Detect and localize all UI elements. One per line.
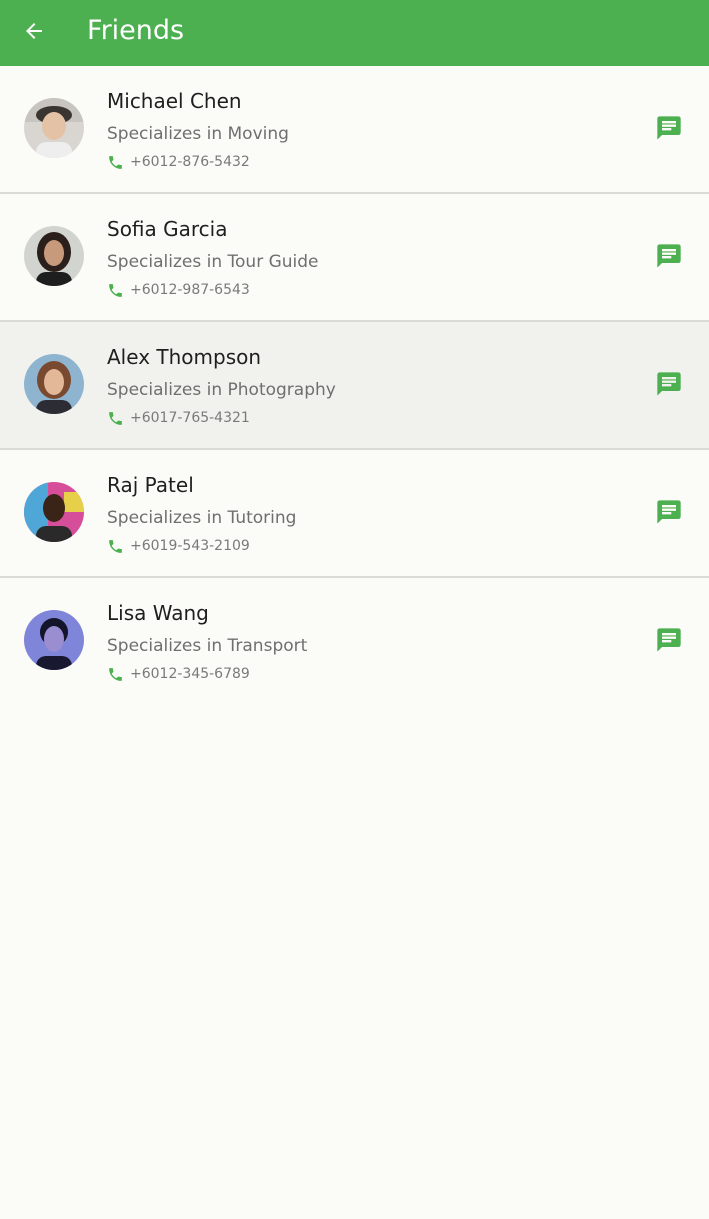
phone-line: +6012-876-5432 [107,152,250,172]
friend-list-item[interactable]: Sofia Garcia Specializes in Tour Guide +… [0,194,709,322]
chat-message-icon [655,626,683,659]
friend-list-item[interactable]: Alex Thompson Specializes in Photography… [0,322,709,450]
chat-button[interactable] [649,110,689,150]
phone-line: +6017-765-4321 [107,408,250,428]
avatar [24,226,84,286]
friend-name: Michael Chen [107,89,242,113]
friend-phone: +6012-987-6543 [130,282,250,298]
friend-list-item[interactable]: Lisa Wang Specializes in Transport +6012… [0,578,709,704]
friend-list-item[interactable]: Raj Patel Specializes in Tutoring +6019-… [0,450,709,578]
friend-list-item[interactable]: Michael Chen Specializes in Moving +6012… [0,66,709,194]
avatar [24,610,84,670]
friend-phone: +6012-876-5432 [130,154,250,170]
phone-icon [107,282,124,299]
friend-specialty: Specializes in Moving [107,124,289,144]
friend-name: Alex Thompson [107,345,262,369]
chat-message-icon [655,114,683,147]
friend-name: Lisa Wang [107,601,209,625]
avatar [24,98,84,158]
friend-specialty: Specializes in Tutoring [107,508,297,528]
phone-line: +6012-345-6789 [107,664,250,684]
arrow-back-icon [22,19,46,48]
friends-list: Michael Chen Specializes in Moving +6012… [0,66,709,704]
page-title: Friends [87,15,185,46]
chat-button[interactable] [649,622,689,662]
avatar [24,354,84,414]
phone-icon [107,666,124,683]
chat-message-icon [655,498,683,531]
friend-specialty: Specializes in Photography [107,380,336,400]
friend-phone: +6017-765-4321 [130,410,250,426]
phone-icon [107,154,124,171]
phone-line: +6012-987-6543 [107,280,250,300]
friend-phone: +6019-543-2109 [130,538,250,554]
friend-specialty: Specializes in Tour Guide [107,252,319,272]
friend-name: Raj Patel [107,473,194,497]
chat-button[interactable] [649,366,689,406]
phone-icon [107,410,124,427]
phone-line: +6019-543-2109 [107,536,250,556]
phone-icon [107,538,124,555]
friend-name: Sofia Garcia [107,217,228,241]
friend-phone: +6012-345-6789 [130,666,250,682]
chat-button[interactable] [649,494,689,534]
chat-message-icon [655,242,683,275]
chat-button[interactable] [649,238,689,278]
avatar [24,482,84,542]
friend-specialty: Specializes in Transport [107,636,308,656]
chat-message-icon [655,370,683,403]
back-button[interactable] [14,13,54,53]
app-bar: Friends [0,0,709,66]
